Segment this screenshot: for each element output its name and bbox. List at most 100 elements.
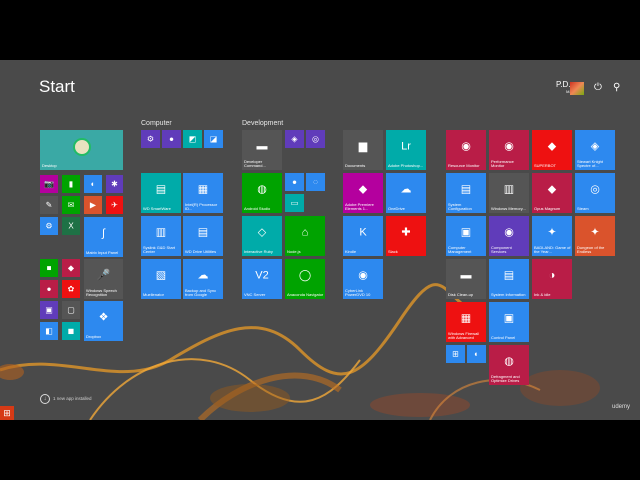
group-label-computer[interactable]: Computer bbox=[141, 120, 172, 127]
avatar[interactable] bbox=[570, 82, 584, 95]
tile-android[interactable]: ◍ Android Studio bbox=[242, 173, 282, 213]
tile-lightroom[interactable]: Lr Adobe Photoshop... bbox=[386, 130, 426, 170]
tile-components[interactable]: ◉ Component Services bbox=[489, 216, 529, 256]
camera-icon: 📷 bbox=[44, 179, 54, 189]
tile-t6[interactable]: ✉ bbox=[62, 196, 80, 214]
tile-c4[interactable]: ◪ bbox=[204, 130, 223, 148]
tile-t13[interactable]: ■ bbox=[40, 259, 58, 277]
tile-opus[interactable]: ◆ Opus Magnum bbox=[532, 173, 572, 213]
tile-dungeon[interactable]: ✦ Dungeon of the Endless bbox=[575, 216, 615, 256]
tile-t14[interactable]: ◆ bbox=[62, 259, 80, 277]
tile-smartwares[interactable]: ▤ WD SmartWare bbox=[141, 173, 181, 213]
tile-c2[interactable]: ● bbox=[162, 130, 181, 148]
folder-icon: ▆ bbox=[358, 140, 368, 153]
tile-speech[interactable]: 🎤 Windows Speech Recognition bbox=[84, 259, 123, 299]
anaconda-icon: ◯ bbox=[298, 269, 312, 282]
tile-premiere[interactable]: ◆ Adobe Premiere Elements 1... bbox=[343, 173, 383, 213]
tile-t20[interactable]: ◧ bbox=[40, 322, 58, 340]
tile-vnc[interactable]: V2 VNC Server bbox=[242, 259, 282, 299]
tile-steam[interactable]: ◎ Steam bbox=[575, 173, 615, 213]
tile-compmgmt[interactable]: ▣ Computer Management bbox=[446, 216, 486, 256]
tile-t21[interactable]: ◼ bbox=[62, 322, 80, 340]
tile-t8[interactable]: ✈ bbox=[106, 196, 123, 214]
tile-excel[interactable]: X bbox=[62, 217, 80, 235]
tile-t16[interactable]: ● bbox=[40, 280, 58, 298]
tile-node[interactable]: ⌂ Node.js bbox=[285, 216, 325, 256]
tile-ruby[interactable]: ◇ Interactive Ruby bbox=[242, 216, 282, 256]
gear-icon: ⚙ bbox=[146, 134, 155, 144]
page-title: Start bbox=[39, 77, 75, 96]
tile-firewall[interactable]: ▦ Windows Firewall with Advanced bbox=[446, 302, 486, 342]
app-icon: ◪ bbox=[209, 134, 218, 144]
tile-sysconfig[interactable]: ▤ System Configuration bbox=[446, 173, 486, 213]
tile-t4[interactable]: ✱ bbox=[106, 175, 123, 193]
tile-d6[interactable]: ◌ bbox=[306, 173, 325, 191]
tile-diskclean[interactable]: ▬ Disk Clean-up bbox=[446, 259, 486, 299]
tile-winmem[interactable]: ▥ Windows Memory... bbox=[489, 173, 529, 213]
tile-d7[interactable]: ▭ bbox=[285, 194, 304, 212]
app-icon: ▥ bbox=[155, 226, 167, 239]
tile-wddrive[interactable]: ▤ WD Drive Utilities bbox=[183, 216, 223, 256]
tile-t2[interactable]: ▮ bbox=[62, 175, 80, 193]
tile-desktop[interactable]: Desktop bbox=[40, 130, 123, 170]
tile-t3[interactable]: ◐ bbox=[84, 175, 102, 193]
tile-t7[interactable]: ▶ bbox=[84, 196, 102, 214]
tile-backup[interactable]: ☁ Backup and Sync from Google bbox=[183, 259, 223, 299]
tile-ink[interactable]: ◑ Ink & idle bbox=[532, 259, 572, 299]
tile-t9[interactable]: ⚙ bbox=[40, 217, 58, 235]
tile-dropbox[interactable]: ❖ Dropbox bbox=[84, 301, 123, 341]
app-icon: ✿ bbox=[67, 284, 75, 294]
tile-t17[interactable]: ✿ bbox=[62, 280, 80, 298]
tile-d5[interactable]: ● bbox=[285, 173, 304, 191]
tile-label: Resource Monitor bbox=[448, 163, 480, 169]
tile-d2[interactable]: ◈ bbox=[285, 130, 304, 148]
tile-s1[interactable]: ⊞ bbox=[446, 345, 465, 363]
tile-onedrive[interactable]: ☁ OneDrive bbox=[386, 173, 426, 213]
tile-matrix[interactable]: ∫ Matrix Input Panel bbox=[84, 217, 123, 257]
group-label-development[interactable]: Development bbox=[242, 120, 283, 127]
app-icon: ■ bbox=[46, 263, 52, 273]
user-name[interactable]: P.D. M. bbox=[556, 80, 571, 94]
tile-label: Anaconda Navigator bbox=[287, 292, 324, 298]
tile-resmon[interactable]: ◉ Resource Monitor bbox=[446, 130, 486, 170]
tile-slack[interactable]: ✚ Slack bbox=[386, 216, 426, 256]
tile-docs[interactable]: ▆ Documents bbox=[343, 130, 383, 170]
tile-perfmon[interactable]: ◉ Performance Monitor bbox=[489, 130, 529, 170]
tile-sysinfo[interactable]: ▤ System Information bbox=[489, 259, 529, 299]
tile-t5[interactable]: ✎ bbox=[40, 196, 58, 214]
app-icon: ✈ bbox=[111, 200, 118, 210]
tile-d3[interactable]: ◎ bbox=[306, 130, 325, 148]
tile-cyberlink[interactable]: ◉ CyberLink PowerDVD 10 bbox=[343, 259, 383, 299]
tile-superbot[interactable]: ◆ SUPERBOT bbox=[532, 130, 572, 170]
tile-s2[interactable]: ◐ bbox=[467, 345, 486, 363]
tile-devcmd[interactable]: ▬ Developer Command... bbox=[242, 130, 282, 170]
tile-t18[interactable]: ▣ bbox=[40, 301, 58, 319]
tile-muellenator[interactable]: ▧ Muellenator bbox=[141, 259, 181, 299]
new-apps-notice[interactable]: ↓ 1 new app installed bbox=[40, 394, 92, 404]
tile-label: Documents bbox=[345, 163, 366, 169]
config-icon: ▤ bbox=[460, 183, 472, 196]
tile-label: Node.js bbox=[287, 249, 301, 255]
tile-c1[interactable]: ⚙ bbox=[141, 130, 160, 148]
tile-c3[interactable]: ◩ bbox=[183, 130, 202, 148]
tile-t19[interactable]: ▢ bbox=[62, 301, 80, 319]
tile-label: WD SmartWare bbox=[143, 206, 171, 212]
tile-kindle[interactable]: K Kindle bbox=[343, 216, 383, 256]
power-icon[interactable]: ⏻ bbox=[594, 82, 602, 93]
tile-badland[interactable]: ✦ BADLAND: Game of the Year... bbox=[532, 216, 572, 256]
tile-label: OneDrive bbox=[388, 206, 405, 212]
tile-controlpanel[interactable]: ▣ Control Panel bbox=[489, 302, 529, 342]
home-icon: ⌂ bbox=[301, 226, 309, 239]
tile-intel[interactable]: ▦ Intel(R) Processor ID... bbox=[183, 173, 223, 213]
cloud-icon: ☁ bbox=[197, 269, 209, 282]
tile-stewart[interactable]: ◈ Stewart Knight Spectre of... bbox=[575, 130, 615, 170]
search-icon[interactable]: ⚲ bbox=[613, 82, 620, 93]
tile-label: VNC Server bbox=[244, 292, 266, 298]
tile-label: Dropbox bbox=[86, 334, 102, 340]
tile-syslink[interactable]: ▥ Syslink G&D Start Center bbox=[141, 216, 181, 256]
tile-anaconda[interactable]: ◯ Anaconda Navigator bbox=[285, 259, 325, 299]
windows-start-button[interactable]: ⊞ bbox=[0, 406, 14, 420]
tile-camera[interactable]: 📷 bbox=[40, 175, 58, 193]
arrow-down-icon[interactable]: ↓ bbox=[40, 394, 50, 404]
tile-defrag[interactable]: ◍ Defragment and Optimize Drives bbox=[489, 345, 529, 385]
